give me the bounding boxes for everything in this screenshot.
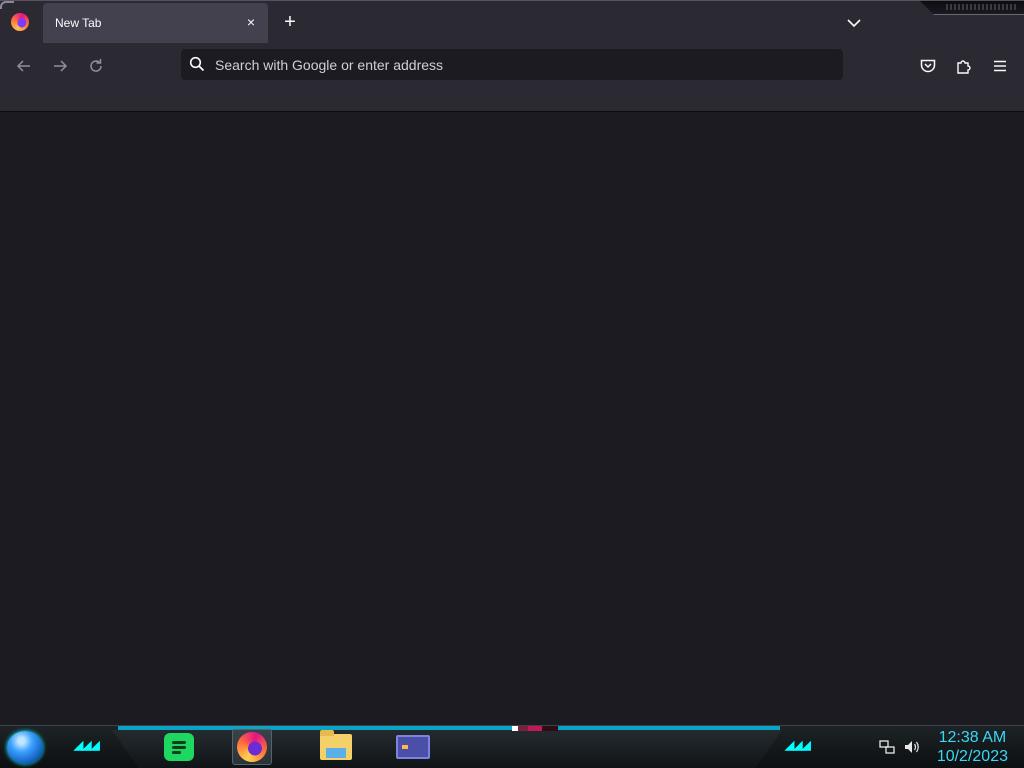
navigation-toolbar (0, 44, 1024, 112)
arrow-left-icon (16, 60, 30, 72)
clock-date: 10/2/2023 (936, 748, 1008, 765)
taskbar-accent-decoration (512, 726, 558, 731)
window-corner-decoration (0, 1, 14, 9)
new-tab-page (0, 113, 1024, 725)
taskbar-accent-line (118, 726, 780, 730)
browser-window: New Tab × + (0, 0, 1024, 725)
app-menu-button[interactable] (986, 52, 1014, 80)
forward-button[interactable] (46, 52, 74, 80)
firefox-logo-icon[interactable] (11, 13, 29, 31)
tab-strip: New Tab × + (0, 0, 1024, 44)
puzzle-icon (957, 60, 971, 74)
window-frame-decoration (920, 1, 1024, 15)
list-all-tabs-button[interactable] (842, 11, 866, 35)
new-tab-button[interactable]: + (278, 11, 302, 35)
firefox-icon (237, 732, 267, 762)
spotify-icon (164, 733, 194, 761)
clock-time: 12:38 AM (938, 729, 1007, 746)
system-clock[interactable]: 12:38 AM 10/2/2023 (937, 728, 1008, 766)
tab-close-icon[interactable]: × (242, 13, 260, 31)
pocket-icon (920, 59, 936, 73)
hamburger-icon (994, 60, 1006, 72)
taskbar-app-file-explorer[interactable] (316, 729, 356, 765)
chevron-down-icon (847, 19, 861, 28)
extensions-button[interactable] (950, 52, 978, 80)
reload-button[interactable] (82, 52, 110, 80)
chevron-decoration-icon: ◢◢◢ (74, 738, 100, 752)
url-input[interactable] (215, 49, 825, 80)
app-window-icon (396, 735, 430, 759)
address-bar[interactable] (181, 49, 843, 80)
taskbar-panel-decoration (112, 730, 782, 768)
search-icon (189, 56, 205, 72)
taskbar-app-firefox[interactable] (232, 729, 272, 765)
taskbar-app-spotify[interactable] (159, 729, 199, 765)
taskbar: ◢◢◢ ◢◢◢ 12:38 AM 10/2/2023 (0, 725, 1024, 768)
back-button[interactable] (10, 52, 38, 80)
taskbar-app-4[interactable] (393, 729, 433, 765)
tab-new-tab[interactable]: New Tab × (43, 3, 268, 43)
pocket-button[interactable] (914, 52, 942, 80)
start-button[interactable] (7, 731, 43, 764)
reload-icon (90, 59, 102, 72)
tab-title: New Tab (55, 16, 102, 30)
network-icon[interactable] (878, 738, 896, 756)
volume-icon[interactable] (903, 738, 921, 756)
arrow-right-icon (54, 60, 68, 72)
folder-icon (320, 730, 352, 760)
chevron-decoration-icon: ◢◢◢ (785, 738, 811, 752)
